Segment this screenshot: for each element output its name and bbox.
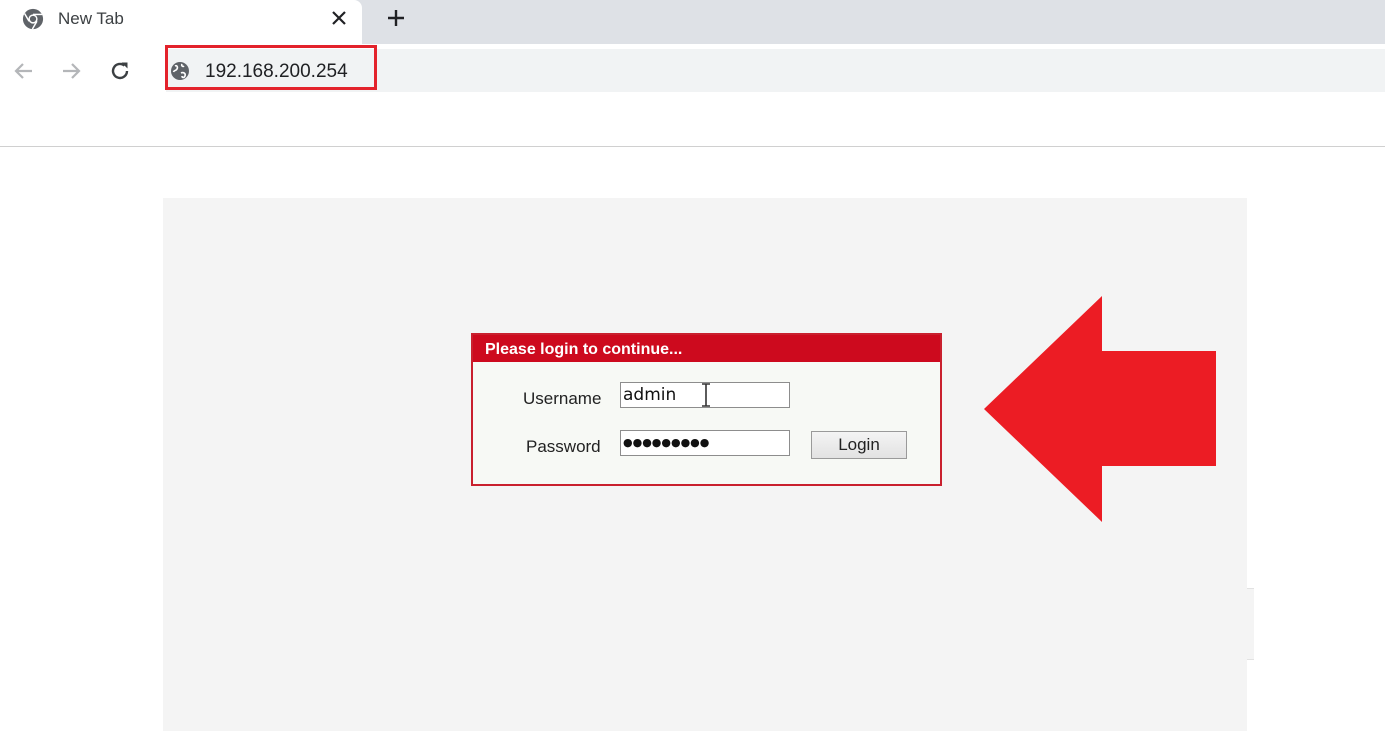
toolbar-divider xyxy=(0,146,1385,147)
chrome-icon xyxy=(22,8,44,30)
password-input[interactable]: ●●●●●●●●● xyxy=(620,430,790,456)
text-cursor-icon xyxy=(702,383,710,407)
tab-strip: New Tab xyxy=(0,0,1385,44)
login-header: Please login to continue... xyxy=(473,335,940,362)
tab-title: New Tab xyxy=(58,9,124,28)
tab-close-button[interactable] xyxy=(328,7,350,29)
browser-tab[interactable]: New Tab xyxy=(0,0,362,44)
url-highlight-box xyxy=(165,45,377,90)
arrow-left-icon xyxy=(984,296,1216,522)
forward-button[interactable] xyxy=(56,56,86,86)
username-label: Username xyxy=(523,389,602,408)
reload-icon xyxy=(111,62,129,80)
arrow-left-icon xyxy=(14,63,32,79)
close-icon xyxy=(332,11,346,25)
new-tab-button[interactable] xyxy=(383,5,409,31)
login-button[interactable]: Login xyxy=(811,431,907,459)
password-label: Password xyxy=(526,437,601,456)
arrow-right-icon xyxy=(63,63,81,79)
back-button[interactable] xyxy=(9,56,39,86)
page-edge-fragment xyxy=(1247,588,1254,660)
plus-icon xyxy=(388,10,404,26)
login-panel: Please login to continue... Username adm… xyxy=(471,333,942,486)
reload-button[interactable] xyxy=(105,56,135,86)
